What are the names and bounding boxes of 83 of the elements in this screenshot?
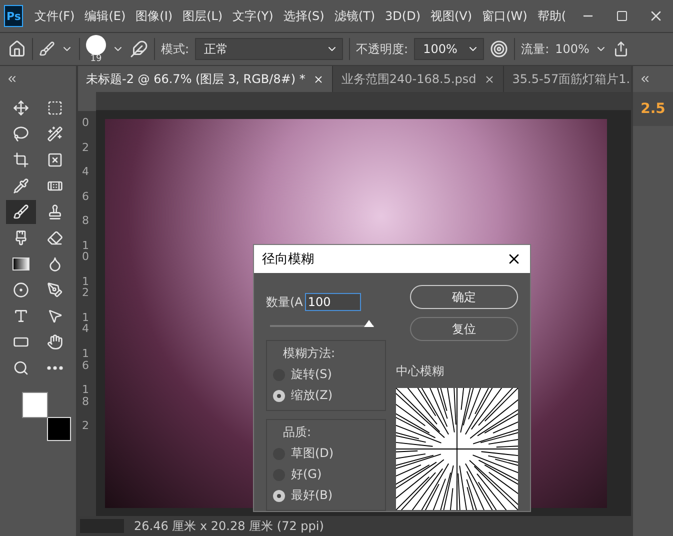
amount-input[interactable]: 100 (304, 293, 361, 311)
radio-icon[interactable] (273, 390, 285, 402)
type-icon (13, 308, 29, 324)
menu-item[interactable]: 文字(Y) (228, 8, 278, 24)
close-icon[interactable] (313, 74, 324, 84)
ruler-number: 6 (82, 190, 89, 202)
radio-icon[interactable] (273, 490, 285, 502)
stamp-icon (47, 204, 63, 220)
radio-option[interactable]: 旋转(S) (273, 366, 379, 383)
menu-item[interactable]: 图层(L) (178, 8, 228, 24)
mode-label: 模式: (161, 40, 190, 58)
dialog-title: 径向模糊 (262, 251, 314, 268)
panel-value[interactable]: 2.5 (633, 92, 673, 126)
history-brush-icon (13, 230, 29, 246)
ruler-number: 10 (82, 240, 89, 263)
slider-thumb[interactable] (364, 320, 374, 327)
ruler-number: 2 (82, 142, 89, 154)
home-icon[interactable] (8, 40, 26, 58)
marquee-icon (47, 100, 63, 116)
pressure-icon[interactable] (490, 40, 508, 58)
menu-item[interactable]: 图像(I) (130, 8, 178, 24)
radio-option[interactable]: 缩放(Z) (273, 387, 379, 404)
app-logo: Ps (4, 5, 24, 27)
ruler-number: 2 (82, 420, 89, 432)
foreground-color-swatch[interactable] (22, 392, 48, 418)
document-size: 26.46 厘米 x 20.28 厘米 (72 ppi) (134, 518, 324, 534)
eraser-icon (47, 230, 63, 246)
gradient-icon (12, 257, 30, 271)
drop-icon (47, 256, 63, 272)
ruler-number: 4 (82, 166, 89, 178)
ruler-number: 18 (82, 384, 89, 408)
hand-icon (47, 334, 63, 350)
radio-option[interactable]: 好(G) (273, 466, 379, 483)
share-icon[interactable] (613, 41, 630, 57)
document-tab[interactable]: 未标题-2 @ 66.7% (图层 3, RGB/8#) * (78, 66, 334, 92)
flow-label: 流量: (521, 40, 550, 58)
crop-icon (13, 152, 29, 168)
menu-item[interactable]: 视图(V) (426, 8, 478, 24)
amount-label: 数量(A (266, 294, 303, 310)
reset-button[interactable]: 复位 (410, 317, 518, 341)
more-icon (47, 366, 63, 370)
tool-button[interactable] (6, 200, 36, 224)
background-color-swatch[interactable] (47, 417, 71, 441)
frame-icon (47, 152, 63, 168)
maximize-icon (616, 10, 628, 22)
brush-icon[interactable] (39, 41, 55, 57)
ruler-number: 8 (82, 215, 89, 227)
lasso-icon (13, 126, 29, 142)
menu-item[interactable]: 文件(F) (29, 8, 80, 24)
radio-option[interactable]: 最好(B) (273, 487, 379, 504)
zoom-icon (13, 360, 29, 376)
menu-item[interactable]: 滤镜(T) (329, 8, 380, 24)
move-icon (13, 100, 29, 116)
preview-label: 中心模糊 (396, 363, 445, 380)
ok-button[interactable]: 确定 (410, 285, 518, 309)
opacity-label: 不透明度: (356, 40, 408, 58)
menu-item[interactable]: 选择(S) (278, 8, 330, 24)
collapse-icon[interactable] (6, 73, 18, 85)
pointer-icon (47, 308, 63, 324)
ruler-number: 12 (82, 276, 89, 299)
menu-item[interactable]: 3D(D) (380, 9, 426, 23)
collapse-icon[interactable] (639, 73, 651, 85)
magic-wand-icon (47, 126, 63, 142)
brush-tip-icon[interactable] (86, 34, 106, 54)
eyedropper-icon (13, 178, 29, 194)
radio-option[interactable]: 草图(D) (273, 445, 379, 462)
group-legend: 品质: (273, 424, 379, 441)
mode-dropdown[interactable]: 正常 (195, 38, 344, 60)
group-legend: 模糊方法: (273, 345, 379, 362)
brush-icon (13, 204, 29, 220)
ruler-number: 0 (82, 117, 89, 129)
brush-size: 19 (90, 54, 102, 64)
dodge-icon (13, 282, 29, 298)
blur-center-preview[interactable] (396, 388, 518, 510)
flow-value[interactable]: 100% (555, 42, 590, 56)
menu-item[interactable]: 帮助( (532, 8, 571, 24)
ruler-number: 14 (82, 312, 89, 336)
ruler-number: 16 (82, 348, 89, 372)
opacity-dropdown[interactable]: 100% (414, 38, 484, 60)
brush-panel-icon[interactable] (130, 40, 148, 58)
pen-icon (47, 282, 63, 298)
menu-item[interactable]: 编辑(E) (80, 8, 131, 24)
menu-item[interactable]: 窗口(W) (477, 8, 532, 24)
